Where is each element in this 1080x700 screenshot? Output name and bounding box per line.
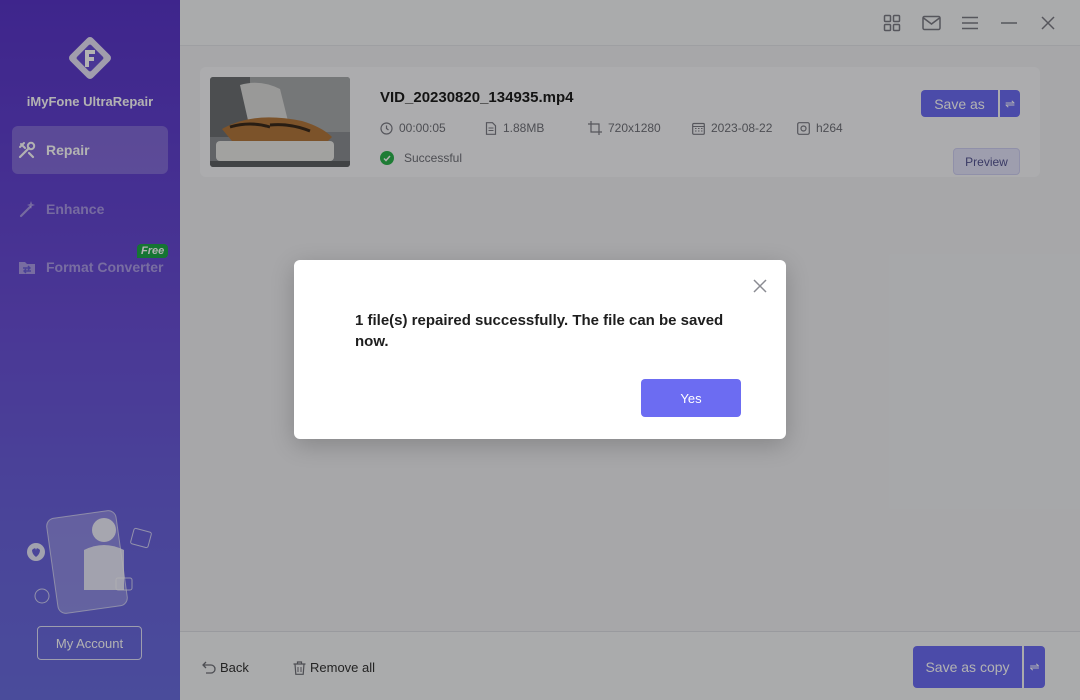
yes-button[interactable]: Yes — [641, 379, 741, 417]
dialog-message: 1 file(s) repaired successfully. The fil… — [355, 312, 724, 350]
success-dialog: 1 file(s) repaired successfully. The fil… — [294, 260, 786, 439]
close-icon[interactable] — [750, 276, 770, 296]
modal-overlay: 1 file(s) repaired successfully. The fil… — [0, 0, 1080, 700]
